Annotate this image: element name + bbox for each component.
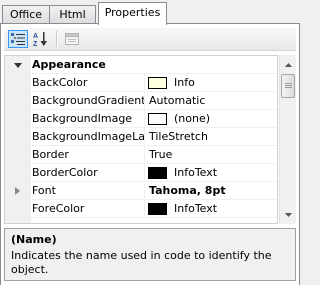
property-name: BorderColor <box>31 164 145 182</box>
tab-html[interactable]: Html <box>49 5 96 24</box>
property-value[interactable]: Automatic <box>146 92 277 110</box>
categorized-button[interactable] <box>8 30 28 48</box>
tab-office[interactable]: Office <box>2 5 50 24</box>
toolbar-separator <box>56 31 58 47</box>
color-swatch <box>148 167 167 179</box>
property-row-border[interactable]: Border True <box>5 146 277 164</box>
property-name: Border <box>31 146 145 164</box>
scroll-down-icon <box>284 212 292 217</box>
scroll-thumb[interactable] <box>281 74 295 98</box>
property-value-text: (none) <box>174 112 211 125</box>
svg-text:A: A <box>33 33 38 40</box>
tab-strip: Office Html Properties <box>0 0 300 25</box>
property-row-backgroundgradient[interactable]: BackgroundGradient Automatic <box>5 92 277 110</box>
property-row-backgroundimagelayout[interactable]: BackgroundImageLa TileStretch <box>5 128 277 146</box>
color-swatch <box>148 203 167 215</box>
alphabetical-button[interactable]: A Z <box>30 30 50 48</box>
property-name: BackgroundImageLa <box>31 128 145 146</box>
tab-office-label: Office <box>9 8 43 21</box>
property-name: BackgroundGradient <box>31 92 145 110</box>
property-name: BackgroundImage <box>31 110 145 128</box>
property-row-font[interactable]: Font Tahoma, 8pt <box>5 182 277 200</box>
description-text: Indicates the name used in code to ident… <box>11 249 272 276</box>
grip-line <box>285 85 292 86</box>
category-label: Appearance <box>31 56 277 74</box>
property-value[interactable]: TileStretch <box>146 128 277 146</box>
property-name: Font <box>31 182 145 200</box>
property-row-bordercolor[interactable]: BorderColor InfoText <box>5 164 277 182</box>
property-value-text: InfoText <box>174 166 218 179</box>
property-grid: Appearance BackColor Info BackgroundGrad… <box>4 55 278 224</box>
svg-text:Z: Z <box>33 41 38 47</box>
description-pane: (Name) Indicates the name used in code t… <box>4 228 296 281</box>
categorized-list-icon <box>11 33 25 45</box>
property-value[interactable]: (none) <box>146 110 277 128</box>
property-value[interactable]: InfoText <box>146 164 277 182</box>
property-value-text: Info <box>174 76 195 89</box>
vertical-scrollbar[interactable] <box>279 55 296 224</box>
scroll-down-button[interactable] <box>280 206 296 223</box>
property-pages-icon <box>65 33 79 45</box>
property-pages-button[interactable] <box>62 30 82 48</box>
property-row-forecolor[interactable]: ForeColor InfoText <box>5 200 277 218</box>
tab-properties-label: Properties <box>104 6 161 19</box>
grip-line <box>285 87 292 88</box>
category-appearance[interactable]: Appearance <box>5 56 277 74</box>
property-row-backcolor[interactable]: BackColor Info <box>5 74 277 92</box>
description-title: (Name) <box>11 233 57 246</box>
property-name: BackColor <box>31 74 145 92</box>
image-swatch <box>148 113 167 125</box>
property-value[interactable]: Tahoma, 8pt <box>146 182 277 200</box>
tab-properties[interactable]: Properties <box>98 2 167 25</box>
property-value-text: InfoText <box>174 202 218 215</box>
property-row-backgroundimage[interactable]: BackgroundImage (none) <box>5 110 277 128</box>
scroll-up-button[interactable] <box>280 56 296 73</box>
property-value[interactable]: InfoText <box>146 200 277 218</box>
property-value[interactable]: True <box>146 146 277 164</box>
sort-az-icon: A Z <box>33 32 47 47</box>
expand-arrow-icon[interactable] <box>15 187 20 195</box>
property-name: ForeColor <box>31 200 145 218</box>
grip-line <box>285 83 292 84</box>
property-grid-toolbar: A Z <box>4 28 296 51</box>
tab-html-label: Html <box>59 8 86 21</box>
scroll-up-icon <box>284 62 292 67</box>
collapse-arrow-icon[interactable] <box>14 63 22 68</box>
property-value[interactable]: Info <box>146 74 277 92</box>
color-swatch <box>148 77 167 89</box>
